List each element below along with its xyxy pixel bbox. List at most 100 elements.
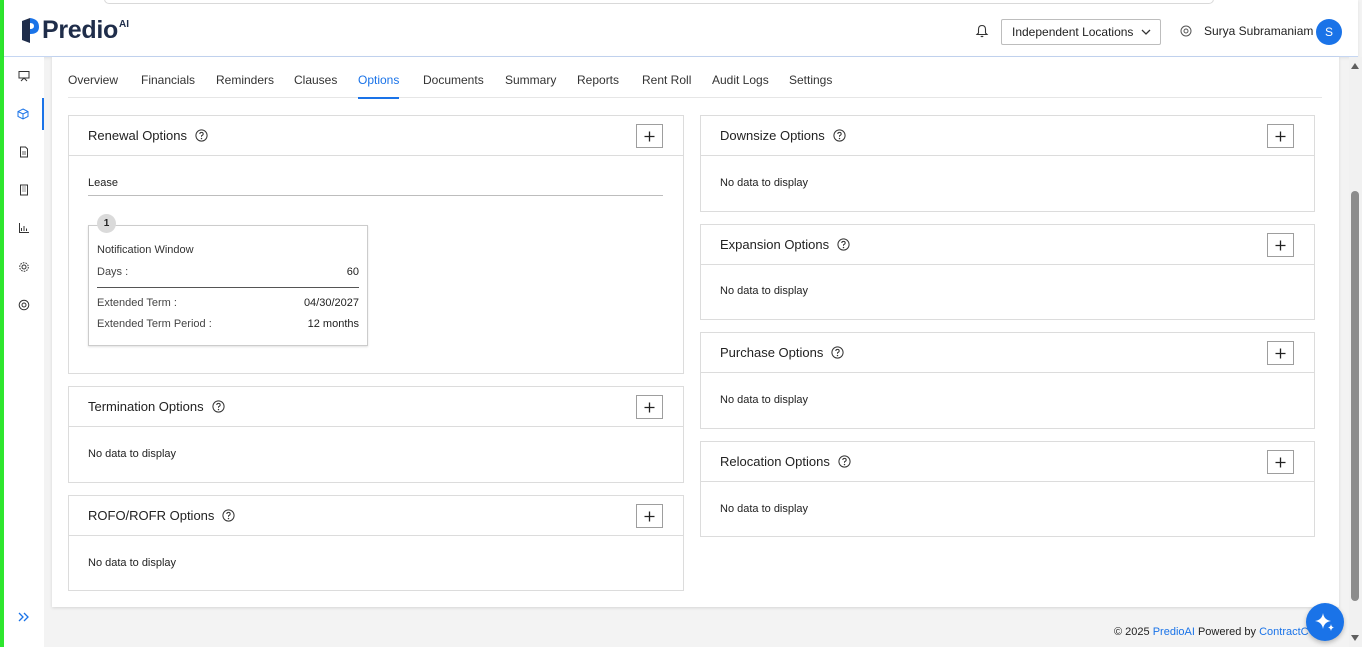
extended-term-period-row: Extended Term Period :12 months — [97, 318, 359, 330]
scrollbar-thumb[interactable] — [1351, 191, 1359, 601]
card-title: ROFO/ROFR Options — [88, 508, 236, 523]
logo-mark-icon — [22, 18, 39, 43]
days-row: Days :60 — [97, 266, 359, 278]
add-purchase-option-button[interactable] — [1267, 341, 1294, 365]
chevron-down-icon — [1141, 29, 1151, 35]
help-icon[interactable] — [212, 400, 225, 413]
presentation-icon — [18, 71, 30, 82]
sidebar-item-leases[interactable] — [4, 98, 44, 130]
scrollbar[interactable] — [1349, 57, 1362, 647]
plus-icon — [1275, 131, 1286, 141]
empty-state: No data to display — [88, 557, 177, 569]
tab-clauses[interactable]: Clauses — [294, 73, 337, 97]
tab-reports[interactable]: Reports — [577, 73, 619, 97]
sparkle-icon — [1315, 613, 1334, 631]
support-icon — [18, 299, 30, 311]
scroll-up-arrow-icon[interactable] — [1351, 63, 1359, 69]
card-title: Expansion Options — [720, 237, 850, 252]
card-title: Downsize Options — [720, 128, 846, 143]
sidebar — [4, 57, 44, 647]
card-title: Purchase Options — [720, 345, 844, 360]
plus-icon — [1275, 240, 1286, 250]
tab-financials[interactable]: Financials — [141, 73, 195, 97]
help-icon[interactable] — [837, 238, 850, 251]
tab-settings[interactable]: Settings — [789, 73, 832, 97]
plus-icon — [644, 511, 655, 521]
avatar[interactable]: S — [1316, 19, 1342, 45]
double-chevron-right-icon[interactable] — [17, 610, 31, 624]
relocation-options-card: Relocation Options No data to display — [700, 441, 1315, 537]
add-renewal-option-button[interactable] — [636, 124, 663, 148]
lease-label: Lease — [88, 177, 118, 189]
tab-reminders[interactable]: Reminders — [216, 73, 274, 97]
add-relocation-option-button[interactable] — [1267, 450, 1294, 474]
expansion-options-card: Expansion Options No data to display — [700, 224, 1315, 320]
contract-link[interactable]: ContractC — [1259, 626, 1309, 638]
rofo-rofr-options-card: ROFO/ROFR Options No data to display — [68, 495, 684, 591]
empty-state: No data to display — [88, 448, 177, 460]
divider — [97, 287, 359, 288]
location-select-value: Independent Locations — [1012, 25, 1134, 39]
tab-audit-logs[interactable]: Audit Logs — [712, 73, 769, 97]
termination-options-card: Termination Options No data to display — [68, 386, 684, 483]
tab-documents[interactable]: Documents — [423, 73, 484, 97]
help-icon[interactable] — [831, 346, 844, 359]
powered-by-text: Powered by — [1194, 626, 1260, 638]
help-icon[interactable] — [222, 509, 236, 522]
extended-term-row: Extended Term :04/30/2027 — [97, 297, 359, 309]
logo-superscript: AI — [119, 19, 129, 30]
address-bar-remnant — [104, 0, 1214, 4]
tab-overview[interactable]: Overview — [68, 73, 118, 97]
chart-icon — [19, 223, 29, 233]
help-icon[interactable] — [833, 129, 846, 142]
card-header: Expansion Options — [701, 225, 1314, 265]
tab-summary[interactable]: Summary — [505, 73, 556, 97]
main-panel: Overview Financials Reminders Clauses Op… — [52, 57, 1339, 607]
empty-state: No data to display — [720, 285, 809, 297]
sidebar-item-buildings[interactable] — [4, 174, 44, 206]
bell-icon[interactable] — [975, 24, 989, 38]
location-select[interactable]: Independent Locations — [1001, 19, 1161, 45]
card-header: Termination Options — [69, 387, 683, 427]
logo[interactable]: Predio AI — [20, 17, 129, 44]
renewal-options-card: Renewal Options Lease 1 Notification Win… — [68, 115, 684, 374]
footer: © 2025 PredioAI Powered by ContractC — [1114, 626, 1309, 638]
empty-state: No data to display — [720, 177, 809, 189]
user-circle-icon — [1180, 25, 1192, 37]
sidebar-item-reports[interactable] — [4, 212, 44, 244]
add-termination-option-button[interactable] — [636, 395, 663, 419]
cube-icon — [17, 108, 29, 120]
sidebar-item-documents[interactable] — [4, 136, 44, 168]
scroll-down-arrow-icon[interactable] — [1351, 635, 1359, 641]
copyright-text: © 2025 — [1114, 626, 1153, 638]
add-expansion-option-button[interactable] — [1267, 233, 1294, 257]
empty-state: No data to display — [720, 394, 809, 406]
sidebar-item-settings[interactable] — [4, 251, 44, 283]
card-header: Relocation Options — [701, 442, 1314, 482]
card-title: Renewal Options — [88, 128, 208, 143]
user-name[interactable]: Surya Subramaniam — [1204, 24, 1313, 38]
option-number-badge: 1 — [97, 214, 116, 233]
add-downsize-option-button[interactable] — [1267, 124, 1294, 148]
tab-rent-roll[interactable]: Rent Roll — [642, 73, 691, 97]
notification-window-title: Notification Window — [97, 244, 194, 256]
plus-icon — [1275, 457, 1286, 467]
card-header: Renewal Options — [69, 116, 683, 156]
ai-assistant-button[interactable] — [1306, 603, 1344, 641]
gear-icon — [19, 262, 29, 272]
card-header: Purchase Options — [701, 333, 1314, 373]
empty-state: No data to display — [720, 503, 809, 515]
predioai-link[interactable]: PredioAI — [1153, 626, 1195, 638]
renewal-option-item[interactable]: 1 Notification Window Days :60 Extended … — [88, 214, 368, 346]
tab-options[interactable]: Options — [358, 73, 400, 99]
help-icon[interactable] — [195, 129, 208, 142]
sidebar-item-support[interactable] — [4, 289, 44, 321]
building-icon — [20, 184, 28, 196]
plus-icon — [1275, 348, 1286, 358]
sidebar-item-presentation[interactable] — [4, 60, 44, 92]
help-icon[interactable] — [838, 455, 851, 468]
downsize-options-card: Downsize Options No data to display — [700, 115, 1315, 212]
plus-icon — [644, 402, 655, 412]
plus-icon — [644, 131, 655, 141]
add-rofo-rofr-option-button[interactable] — [636, 504, 663, 528]
